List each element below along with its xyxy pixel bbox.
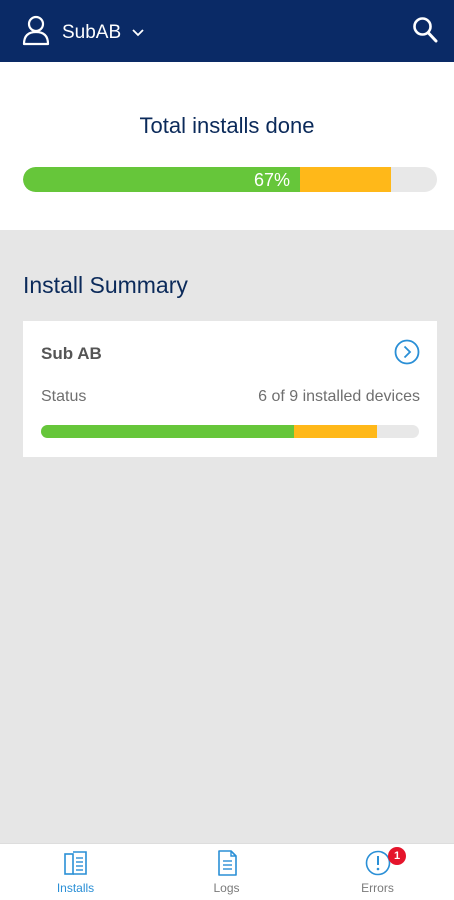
nav-installs-label: Installs (56, 881, 95, 895)
nav-installs[interactable]: Installs (0, 844, 151, 900)
errors-count-badge: 1 (388, 847, 406, 865)
pending-segment (294, 425, 377, 438)
account-switcher[interactable]: SubAB (22, 14, 145, 51)
top-app-bar: SubAB (0, 0, 454, 62)
status-value: 6 of 9 installed devices (258, 388, 420, 405)
total-installs-title: Total installs done (139, 113, 315, 138)
user-icon (22, 14, 50, 51)
total-installs-progress-bar: 67% (23, 167, 437, 192)
install-summary-title: Install Summary (23, 272, 188, 298)
pending-segment (300, 167, 391, 192)
bottom-navigation: Installs Logs 1 Errors (0, 843, 454, 900)
install-card-sub-ab[interactable]: Sub AB Status 6 of 9 installed devices (23, 321, 437, 457)
nav-logs-label: Logs (213, 881, 240, 895)
total-installs-panel: Total installs done 67% (0, 62, 454, 230)
nav-logs[interactable]: Logs (151, 844, 302, 900)
installs-icon (62, 848, 90, 883)
card-title: Sub AB (41, 344, 102, 363)
percent-label: 67% (254, 170, 291, 190)
chevron-down-icon (131, 25, 145, 43)
search-icon[interactable] (412, 16, 438, 49)
nav-errors[interactable]: 1 Errors (302, 844, 453, 900)
nav-errors-label: Errors (361, 881, 394, 895)
card-progress-bar (41, 425, 419, 438)
chevron-right-circle-icon[interactable] (394, 339, 420, 370)
installed-segment (41, 425, 294, 438)
logs-icon (213, 848, 241, 883)
account-name: SubAB (62, 21, 122, 43)
status-label: Status (41, 388, 87, 405)
